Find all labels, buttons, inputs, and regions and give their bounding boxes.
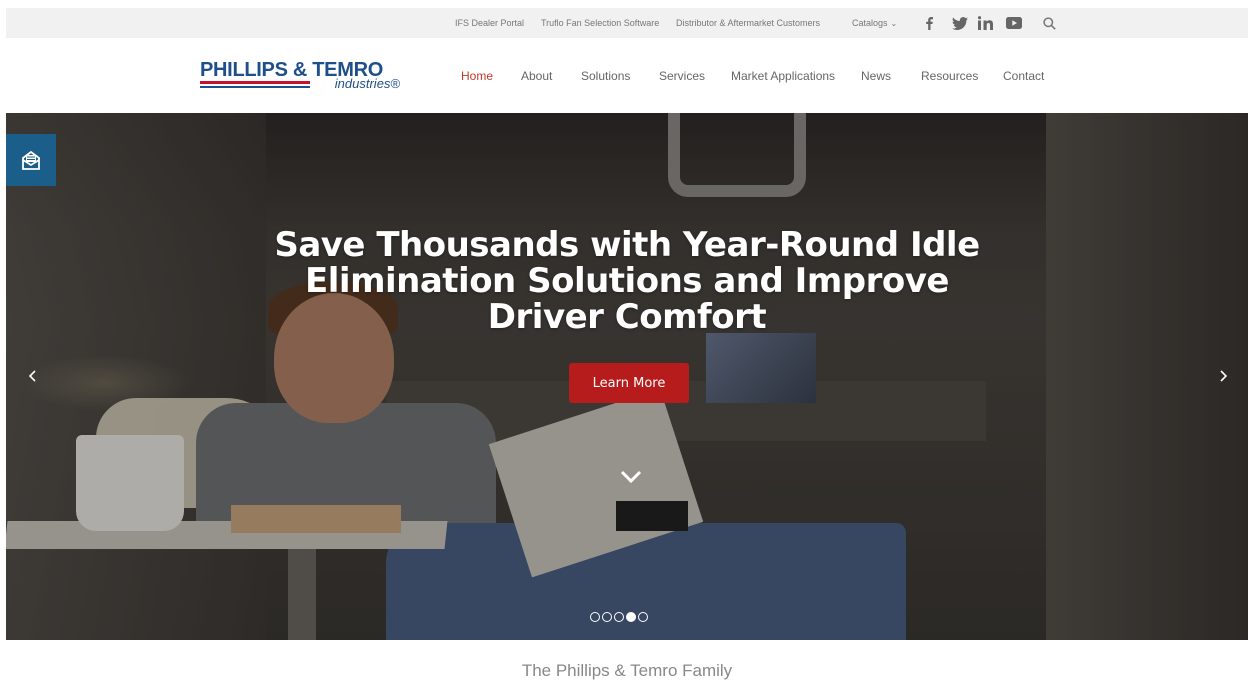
nav-services[interactable]: Services — [659, 66, 705, 86]
logo-red-stripe — [200, 81, 310, 84]
catalogs-label: Catalogs — [852, 18, 888, 28]
truflo-fan-selection-link[interactable]: Truflo Fan Selection Software — [541, 8, 659, 38]
phillips-temro-logo[interactable]: PHILLIPS & TEMRO industries® — [200, 60, 406, 94]
nav-market-applications[interactable]: Market Applications — [731, 66, 835, 86]
utility-bar: IFS Dealer Portal Truflo Fan Selection S… — [6, 8, 1248, 38]
logo-blue-stripe — [200, 86, 310, 88]
mail-icon — [22, 150, 40, 170]
nav-resources[interactable]: Resources — [921, 66, 978, 86]
chevron-right-icon[interactable] — [1216, 367, 1230, 385]
slide-dot[interactable] — [638, 612, 648, 622]
contact-side-tab[interactable] — [6, 134, 56, 186]
search-icon[interactable] — [1043, 8, 1056, 38]
youtube-icon[interactable] — [1006, 8, 1022, 38]
hero-slider: Save Thousands with Year-Round Idle Elim… — [6, 113, 1248, 640]
site-header: PHILLIPS & TEMRO industries® Home About … — [0, 38, 1254, 113]
hero-title: Save Thousands with Year-Round Idle Elim… — [274, 225, 980, 337]
ifs-dealer-portal-link[interactable]: IFS Dealer Portal — [455, 8, 524, 38]
slide-dot[interactable] — [614, 612, 624, 622]
logo-subtitle: industries® — [334, 76, 400, 91]
nav-home[interactable]: Home — [461, 66, 493, 86]
chevron-left-icon[interactable] — [26, 367, 40, 385]
nav-solutions[interactable]: Solutions — [581, 66, 630, 86]
facebook-icon[interactable] — [924, 8, 934, 38]
distributor-aftermarket-link[interactable]: Distributor & Aftermarket Customers — [676, 8, 820, 38]
twitter-icon[interactable] — [952, 8, 968, 38]
learn-more-button[interactable]: Learn More — [569, 363, 689, 403]
chevron-down-icon[interactable] — [619, 469, 643, 485]
catalogs-dropdown[interactable]: Catalogs ⌄ — [852, 8, 897, 38]
slide-dot[interactable] — [590, 612, 600, 622]
family-section-heading: The Phillips & Temro Family — [521, 661, 733, 680]
nav-news[interactable]: News — [861, 66, 891, 86]
nav-about[interactable]: About — [521, 66, 552, 86]
linkedin-icon[interactable] — [978, 8, 996, 38]
chevron-down-icon: ⌄ — [890, 19, 898, 28]
nav-contact[interactable]: Contact — [1003, 66, 1044, 86]
slider-pagination — [590, 612, 648, 626]
slide-dot-active[interactable] — [626, 612, 636, 622]
slide-dot[interactable] — [602, 612, 612, 622]
